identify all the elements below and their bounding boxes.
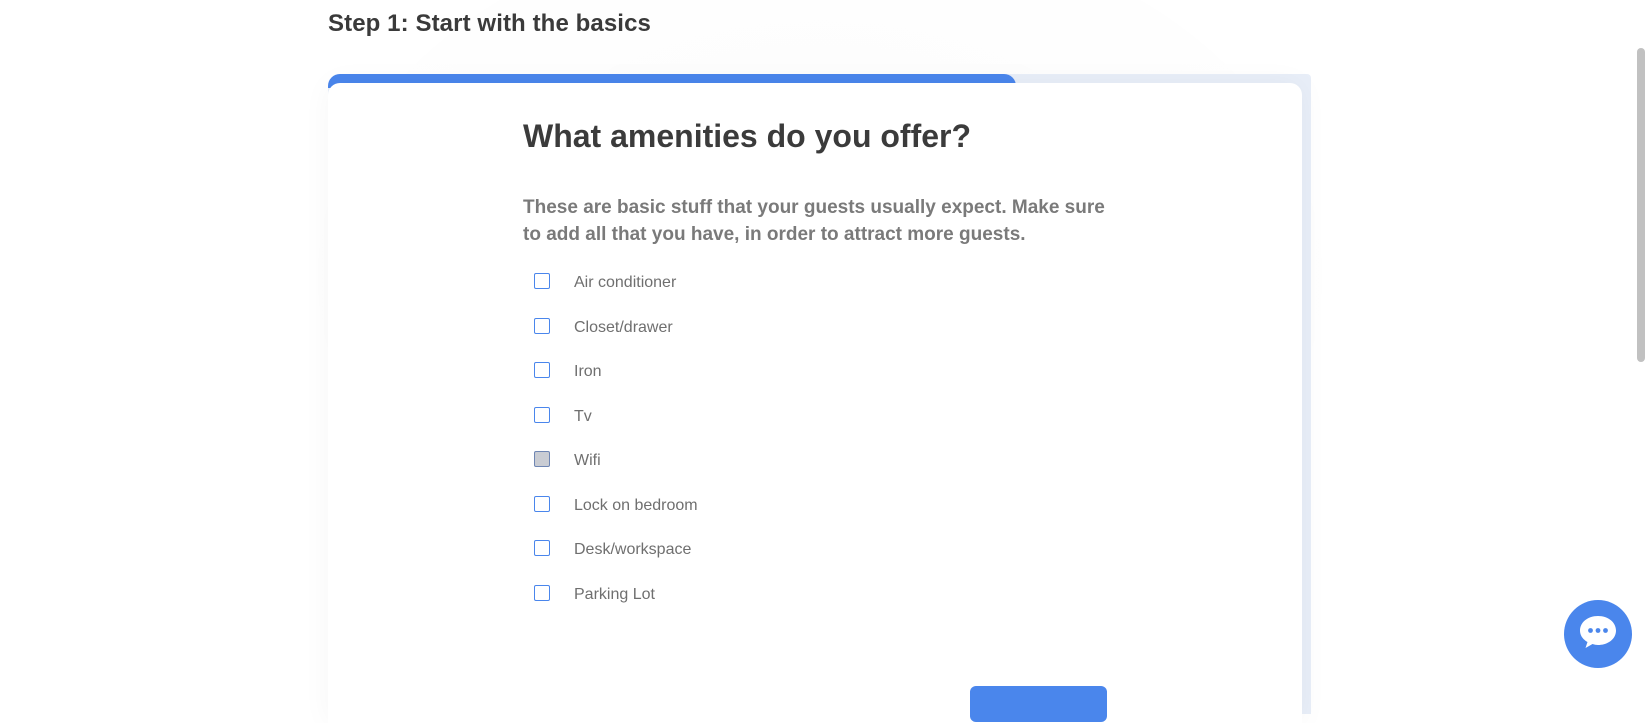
amenity-item-closet-drawer[interactable]: Closet/drawer [534, 317, 698, 362]
amenity-checkbox[interactable] [534, 406, 550, 423]
question-description: These are basic stuff that your guests u… [523, 197, 1105, 245]
amenity-label[interactable]: Iron [574, 363, 602, 381]
amenity-label[interactable]: Lock on bedroom [574, 497, 698, 515]
amenity-label[interactable]: Tv [574, 408, 592, 426]
amenity-label[interactable]: Air conditioner [574, 274, 676, 292]
amenity-label[interactable]: Desk/workspace [574, 541, 691, 559]
amenity-item-lock-on-bedroom[interactable]: Lock on bedroom [534, 495, 698, 540]
chat-button[interactable] [1564, 600, 1632, 668]
amenity-checkbox[interactable] [534, 273, 550, 289]
scroll-thumb[interactable] [1637, 48, 1645, 362]
amenity-checkbox[interactable] [534, 451, 550, 467]
amenity-checkbox[interactable] [534, 495, 550, 512]
step-title: Step 1: Start with the basics [328, 10, 651, 37]
amenity-checkbox[interactable] [534, 317, 550, 334]
amenity-item-air-conditioner[interactable]: Air conditioner [534, 272, 698, 317]
amenity-checkbox[interactable] [534, 362, 550, 378]
amenity-item-tv[interactable]: Tv [534, 406, 698, 451]
scrollbar[interactable] [1634, 0, 1648, 691]
amenity-label[interactable]: Parking Lot [574, 586, 655, 604]
question-card [328, 83, 1302, 723]
question-title: What amenities do you offer? [523, 118, 972, 154]
amenity-item-desk-workspace[interactable]: Desk/workspace [534, 539, 698, 584]
amenity-list: Air conditioner Closet/drawer Iron Tv Wi… [534, 272, 698, 628]
amenity-label[interactable]: Wifi [574, 452, 601, 470]
amenity-item-parking-lot[interactable]: Parking Lot [534, 584, 698, 629]
amenity-item-iron[interactable]: Iron [534, 361, 698, 406]
amenity-label[interactable]: Closet/drawer [574, 319, 673, 337]
amenity-checkbox[interactable] [534, 540, 550, 556]
next-button[interactable] [970, 686, 1107, 722]
chat-bubble-icon [1578, 614, 1618, 655]
amenity-checkbox[interactable] [534, 584, 550, 601]
amenity-item-wifi[interactable]: Wifi [534, 450, 698, 495]
